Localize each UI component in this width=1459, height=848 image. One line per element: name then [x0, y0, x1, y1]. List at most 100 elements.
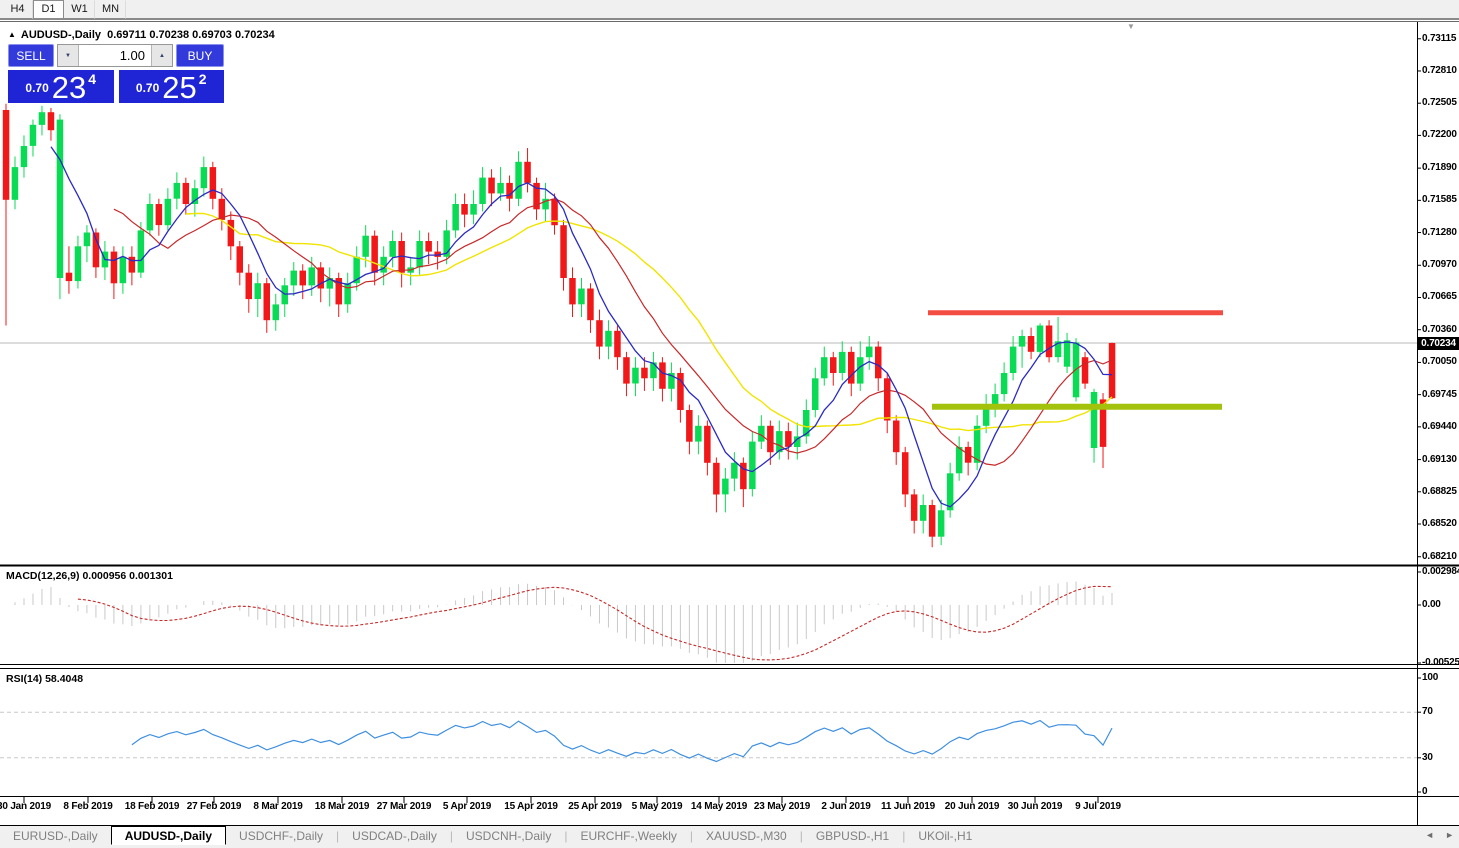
date-axis-label: 15 Apr 2019 — [504, 801, 558, 812]
candle-body — [955, 446, 963, 474]
candle-body — [875, 346, 882, 379]
sell-price-prefix: 0.70 — [25, 81, 49, 95]
price-axis-label: 0.69440 — [1422, 420, 1457, 432]
candle-body — [47, 112, 55, 131]
sell-price-display[interactable]: 0.70 23 4 — [8, 70, 114, 103]
collapse-arrow-icon[interactable]: ▲ — [8, 30, 16, 39]
price-axis-label: 0.69745 — [1422, 388, 1457, 400]
volume-input[interactable]: 1.00 — [79, 45, 151, 66]
symbol-tab-usdchf[interactable]: USDCHF-,Daily — [226, 826, 336, 845]
date-axis-label: 30 Jun 2019 — [1007, 801, 1063, 812]
candle-body — [659, 362, 666, 389]
candle-body — [461, 204, 468, 215]
candle-body — [839, 351, 846, 373]
chevron-down-icon: ▼ — [65, 52, 71, 59]
price-axis-label: 0.70360 — [1422, 323, 1457, 335]
date-axis-label: 27 Mar 2019 — [376, 801, 432, 812]
candle-body — [695, 425, 702, 442]
candle-body — [937, 510, 945, 537]
candle-body — [1081, 357, 1089, 384]
symbol-tab-xauusd[interactable]: XAUUSD-,M30 — [693, 826, 800, 845]
volume-decrease-button[interactable]: ▼ — [58, 45, 79, 66]
symbol-tab-audusd[interactable]: AUDUSD-,Daily — [110, 826, 227, 845]
symbol-tab-ukoil[interactable]: UKOil-,H1 — [905, 826, 985, 845]
candle-body — [1036, 325, 1044, 352]
sell-button[interactable]: SELL — [8, 44, 54, 67]
candle-body — [1090, 392, 1098, 448]
tab-scroll-left-icon[interactable]: ◄ — [1425, 830, 1434, 840]
chevron-up-icon: ▲ — [159, 52, 165, 59]
candle-body — [155, 204, 163, 226]
candle-body — [227, 219, 235, 247]
candle-body — [857, 357, 864, 384]
symbol-tab-gbpusd[interactable]: GBPUSD-,H1 — [803, 826, 902, 845]
candle-body — [308, 267, 315, 286]
chart-shift-marker-icon[interactable]: ▼ — [1127, 22, 1135, 31]
candle-body — [497, 182, 504, 194]
chart-canvas — [0, 21, 1459, 825]
symbol-tab-eurchf[interactable]: EURCHF-,Weekly — [567, 826, 689, 845]
candle-body — [236, 246, 243, 273]
candle-body — [281, 285, 288, 305]
candle-body — [362, 235, 369, 257]
current-price-tag: 0.70234 — [1418, 337, 1459, 350]
date-axis-label: 8 Mar 2019 — [253, 801, 303, 812]
symbol-tab-usdcad[interactable]: USDCAD-,Daily — [339, 826, 450, 845]
candle-body — [65, 272, 73, 282]
candle-body — [74, 246, 82, 282]
candle-body — [479, 177, 486, 204]
candle-body — [578, 288, 585, 305]
candle-body — [488, 177, 495, 194]
candle-body — [614, 330, 621, 358]
buy-price-display[interactable]: 0.70 25 2 — [118, 70, 224, 103]
chart-symbol-label: AUDUSD-,Daily — [20, 29, 101, 41]
candle-body — [425, 241, 432, 252]
sell-price-pip: 4 — [88, 71, 97, 87]
chart-title: ▲ AUDUSD-,Daily 0.69711 0.70238 0.69703 0… — [8, 29, 275, 41]
candle-body — [146, 204, 154, 231]
candle-body — [470, 204, 477, 215]
terminal-window: H4 D1 W1 MN ▲ AUDUSD-,Daily 0.69711 0.70238 … — [0, 0, 1459, 848]
price-axis-label: 0.72505 — [1422, 97, 1457, 109]
symbol-tab-usdcnh[interactable]: USDCNH-,Daily — [453, 826, 564, 845]
candle-body — [110, 251, 118, 284]
candle-body — [1063, 340, 1071, 367]
date-axis-label: 14 May 2019 — [690, 801, 748, 812]
candle-body — [173, 182, 181, 199]
macd-signal-line — [77, 585, 1113, 661]
date-axis-label: 5 May 2019 — [631, 801, 683, 812]
symbol-tab-eurusd[interactable]: EURUSD-,Daily — [0, 826, 111, 845]
volume-increase-button[interactable]: ▲ — [151, 45, 172, 66]
macd-axis-label: 0.002984 — [1422, 565, 1459, 577]
rsi-axis-label: 0 — [1422, 786, 1428, 797]
date-axis-label: 18 Feb 2019 — [124, 801, 180, 812]
date-axis-label: 30 Jan 2019 — [0, 801, 51, 812]
candle-body — [164, 198, 172, 226]
buy-price-prefix: 0.70 — [135, 81, 160, 95]
price-axis-label: 0.68210 — [1422, 550, 1457, 562]
date-axis-label: 23 May 2019 — [753, 801, 811, 812]
candle-body — [767, 425, 774, 453]
price-axis-label: 0.68825 — [1422, 485, 1457, 497]
tab-scroll-right-icon[interactable]: ► — [1445, 830, 1454, 840]
candle-body — [848, 351, 855, 384]
price-axis-label: 0.70050 — [1422, 356, 1457, 368]
candle-body — [623, 357, 630, 384]
buy-button[interactable]: BUY — [176, 44, 224, 67]
candle-body — [902, 452, 909, 495]
candle-body — [83, 232, 91, 247]
candle-body — [272, 304, 279, 321]
price-axis-label: 0.72200 — [1422, 129, 1457, 141]
date-axis-label: 18 Mar 2019 — [314, 801, 370, 812]
macd-axis-label: 0.00 — [1422, 599, 1441, 610]
price-axis-label: 0.70970 — [1422, 259, 1457, 271]
candle-body — [389, 241, 396, 257]
candle-body — [20, 146, 28, 168]
rsi-axis-label: 30 — [1422, 751, 1433, 763]
candle-body — [209, 167, 217, 199]
candle-body — [812, 378, 819, 410]
price-axis-label: 0.73115 — [1422, 32, 1457, 44]
candle-body — [506, 182, 513, 199]
date-axis-label: 11 Jun 2019 — [881, 801, 935, 812]
candle-body — [290, 270, 297, 286]
